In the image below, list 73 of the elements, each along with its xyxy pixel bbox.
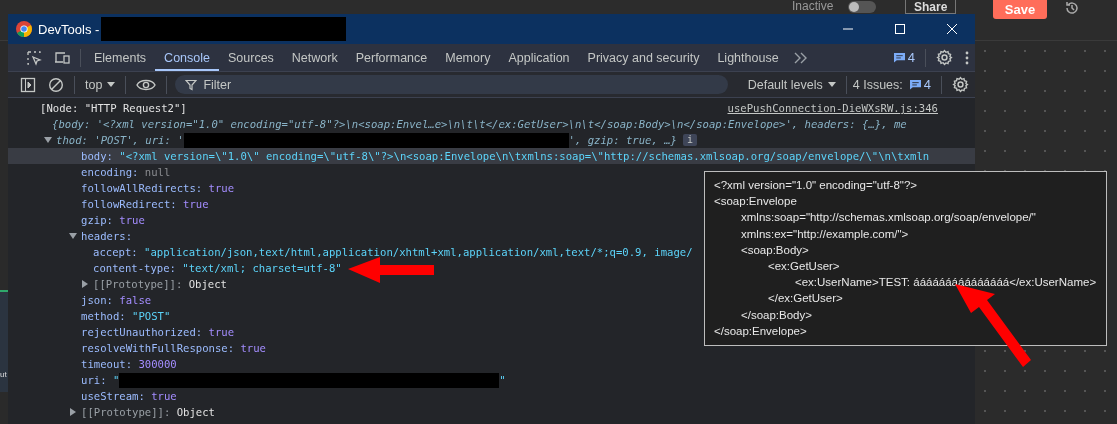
property-line: uri: " bbox=[81, 373, 120, 388]
maximize-icon[interactable] bbox=[894, 23, 906, 35]
property-line: accept: "application/json,text/html,application/xhtml+xml,application/xml,text/*;q=0.9, image/ bbox=[93, 245, 693, 260]
expand-arrow-icon[interactable] bbox=[69, 408, 77, 416]
close-icon[interactable] bbox=[946, 23, 958, 35]
property-line: followAllRedirects: true bbox=[81, 181, 235, 196]
panel-tab[interactable]: Network bbox=[282, 44, 347, 71]
xml-line: <ex:UserName>TEST: ááááááááááááááá</ex:UserName> bbox=[795, 275, 1097, 291]
object-preview: {body: '<?xml version="1.0" encoding="utf-8"?>\n<soap:Envel…e>\n\t\t</ex:GetUser>\n\t</soap:Body>\n</soap:Envelope>', headers: {…}, me bbox=[52, 117, 907, 132]
share-button[interactable]: Share bbox=[905, 0, 957, 14]
property-line: json: false bbox=[81, 293, 152, 308]
filter-field[interactable]: Filter bbox=[175, 75, 728, 94]
log-message: [Node: "HTTP Request2"] bbox=[40, 101, 187, 116]
xml-line: xmlns:soap="http://schemas.xmlsoap.org/soap/envelope/" bbox=[741, 210, 1036, 226]
panel-tab[interactable]: Elements bbox=[85, 44, 156, 71]
sidebar-icon[interactable] bbox=[20, 76, 36, 93]
browser-logo-icon bbox=[16, 21, 32, 37]
more-options-icon[interactable] bbox=[965, 49, 969, 66]
log-levels-dropdown[interactable]: Default levels bbox=[741, 77, 842, 92]
source-link[interactable]: usePushConnection-DieWXsRW.js:346 bbox=[727, 100, 938, 116]
property-line: followRedirect: true bbox=[81, 197, 209, 212]
xml-line: <soap:Body> bbox=[741, 242, 809, 258]
xml-line: </ex:GetUser> bbox=[768, 291, 843, 307]
property-line: encoding: null bbox=[81, 165, 171, 180]
device-icon[interactable] bbox=[54, 49, 70, 66]
property-line: headers: bbox=[81, 229, 133, 244]
property-line: useStream: true bbox=[81, 389, 177, 404]
property-line: method: "POST" bbox=[81, 309, 171, 324]
property-line: gzip: true bbox=[81, 213, 145, 228]
clear-console-icon[interactable] bbox=[48, 76, 64, 93]
xml-line: <soap:Envelope bbox=[714, 194, 797, 210]
xml-line: </soap:Envelope> bbox=[714, 323, 807, 339]
property-line: [[Prototype]]: Object bbox=[93, 277, 227, 292]
eye-icon[interactable] bbox=[136, 77, 157, 92]
xml-line: <?xml version="1.0" encoding="utf-8"?> bbox=[714, 178, 917, 193]
expand-arrow-icon[interactable] bbox=[69, 232, 77, 240]
expand-arrow-icon[interactable] bbox=[81, 280, 89, 288]
inspect-icon[interactable] bbox=[26, 49, 42, 66]
panel-tab[interactable]: Privacy and security bbox=[578, 44, 709, 71]
property-line: resolveWithFullResponse: true bbox=[81, 341, 266, 356]
object-preview: thod: 'POST', uri: ' bbox=[56, 133, 184, 148]
issues-label: 4 Issues: bbox=[852, 77, 903, 92]
panel-tab[interactable]: Application bbox=[499, 44, 579, 71]
property-line: content-type: "text/xml; charset=utf-8" bbox=[93, 261, 342, 276]
caret-icon bbox=[827, 82, 836, 87]
settings-icon[interactable] bbox=[936, 49, 953, 66]
more-tabs-icon[interactable] bbox=[793, 51, 808, 64]
panel-tab[interactable]: Performance bbox=[346, 44, 437, 71]
property-line: [[Prototype]]: Object bbox=[81, 405, 215, 420]
xml-line: xmlns:ex="http://example.com/"> bbox=[741, 226, 909, 242]
property-line: timeout: 300000 bbox=[81, 357, 177, 372]
panel-tab[interactable]: Lighthouse bbox=[708, 44, 788, 71]
xml-line: </soap:Body> bbox=[741, 307, 812, 323]
status-label: Inactive bbox=[792, 0, 834, 13]
caret-icon bbox=[107, 82, 116, 87]
object-preview: ', gzip: true, …} bbox=[568, 133, 677, 148]
filter-icon bbox=[185, 79, 198, 91]
property-line: rejectUnauthorized: true bbox=[81, 325, 235, 340]
quote-mark: " bbox=[499, 373, 506, 388]
issues-badge[interactable]: 4 bbox=[908, 77, 931, 92]
panel-tab[interactable]: Memory bbox=[436, 44, 500, 71]
settings-icon[interactable] bbox=[952, 76, 969, 93]
xml-line: <ex:GetUser> bbox=[768, 259, 840, 274]
context-dropdown[interactable]: top bbox=[79, 77, 122, 92]
expand-arrow-icon[interactable] bbox=[44, 136, 52, 144]
info-badge[interactable]: i bbox=[683, 134, 698, 146]
toggle-switch[interactable] bbox=[848, 1, 876, 13]
panel-tab[interactable]: Sources bbox=[219, 44, 283, 71]
window-title: DevTools - bbox=[38, 21, 100, 37]
history-icon[interactable] bbox=[1064, 0, 1080, 16]
panel-text: ut bbox=[0, 370, 7, 380]
issues-badge[interactable]: 4 bbox=[892, 50, 915, 65]
property-line: body: "<?xml version=\"1.0\" encoding=\"utf-8\"?>\n<soap:Envelope\n\txmlns:soap=\"http://schemas.xmlsoap.org/soap/envelope/\"\n\txmln bbox=[81, 149, 930, 164]
